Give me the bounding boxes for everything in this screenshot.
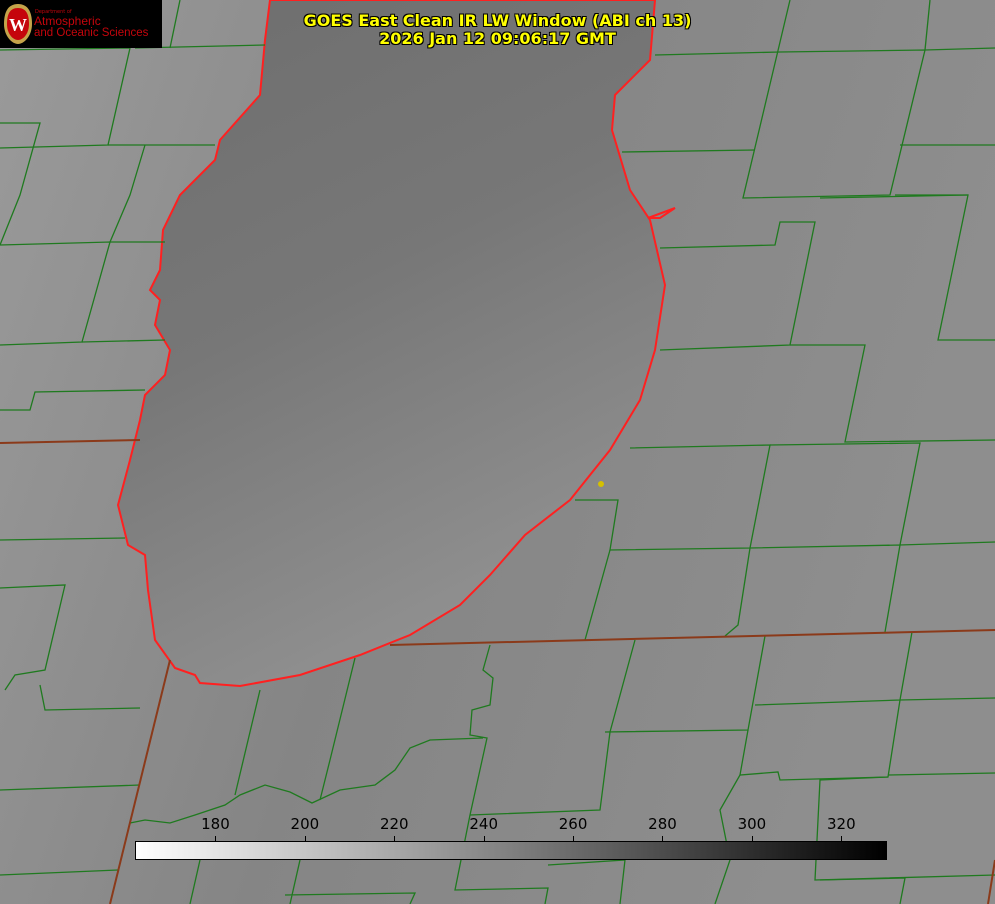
satellite-map xyxy=(0,0,995,904)
colorbar-tick-label: 240 xyxy=(469,815,498,833)
colorbar-tick-label: 280 xyxy=(648,815,677,833)
colorbar-tick-mark xyxy=(751,836,753,842)
location-marker xyxy=(598,481,604,487)
colorbar-tick-label: 300 xyxy=(737,815,767,833)
colorbar xyxy=(135,841,887,860)
colorbar-tick-mark xyxy=(394,836,396,842)
colorbar-tick-mark xyxy=(841,836,843,842)
image-timestamp: 2026 Jan 12 09:06:17 GMT xyxy=(379,29,616,48)
colorbar-tick-label: 320 xyxy=(826,815,856,833)
colorbar-tick-label: 220 xyxy=(379,815,409,833)
colorbar-tick-label: 260 xyxy=(558,815,588,833)
colorbar-tick-label: 200 xyxy=(290,815,320,833)
image-title: GOES East Clean IR LW Window (ABI ch 13) xyxy=(303,11,692,30)
colorbar-tick-mark xyxy=(215,836,217,842)
satellite-image-viewer: W Department of Atmospheric and Oceanic … xyxy=(0,0,995,904)
colorbar-tick-mark xyxy=(483,836,485,842)
colorbar-tick-mark xyxy=(662,836,664,842)
colorbar-tick-label: 180 xyxy=(201,815,230,833)
colorbar-tick-mark xyxy=(573,836,575,842)
colorbar-tick-mark xyxy=(304,836,306,842)
